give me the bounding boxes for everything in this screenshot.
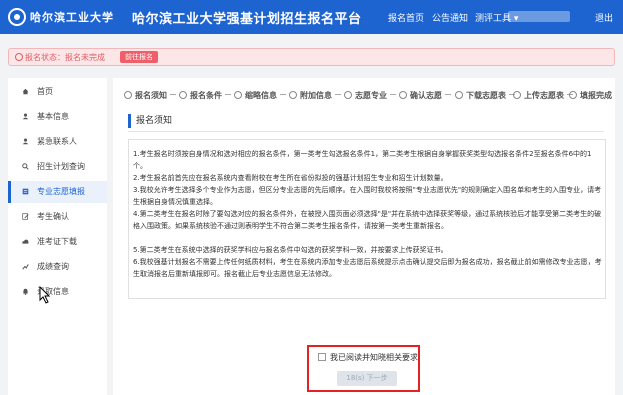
step-circle-icon — [344, 91, 352, 99]
step-circle-icon — [124, 91, 132, 99]
next-step-button[interactable]: 18(s) 下一步 — [337, 371, 397, 386]
step-progress: 报名须知 报名条件 缩略信息 附加信息 志愿专业 确认志愿 下载志愿表 上传志愿… — [124, 88, 614, 106]
search-icon — [22, 163, 29, 170]
status-text: 报名状态：报名未完成 — [25, 53, 105, 62]
step-2: 报名条件 — [179, 90, 231, 101]
notice-item-4: 4.第二类考生在报名时除了要勾选对应的报名条件外，在被授入围页面必须选择"是"并… — [133, 210, 602, 230]
sidebar-item-score-query[interactable]: 成绩查询 — [8, 256, 107, 278]
username-redacted[interactable] — [508, 11, 570, 22]
go-register-button[interactable]: 前往报名 — [120, 51, 158, 63]
sidebar-item-plan-query[interactable]: 招生计划查询 — [8, 156, 107, 178]
sidebar-item-admission-ticket[interactable]: 准考证下载 — [8, 231, 107, 253]
step-8: 上传志愿表 — [513, 90, 573, 101]
notice-item-2: 2.考生报名前首先应在报名系统内查看附校在考生所在省份拟投的强基计划招生专业和招… — [133, 174, 448, 182]
notice-item-3: 3.我校允许考生选择多个专业作为志愿，但区分专业志愿的先后顺序。在入围时我校将按… — [133, 186, 602, 206]
step-1: 报名须知 — [124, 90, 176, 101]
university-logo[interactable]: 哈尔滨工业大学 — [8, 6, 120, 28]
step-circle-icon — [569, 91, 577, 99]
nav-announcements-link[interactable]: 公告通知 — [432, 11, 468, 24]
status-alert: 报名状态：报名未完成 前往报名 — [8, 48, 615, 66]
notice-item-6: 6.我校强基计划报名不需要上传任何纸质材料，考生在系统内添加专业志愿后系统提示点… — [133, 258, 602, 278]
step-4: 附加信息 — [289, 90, 341, 101]
step-circle-icon — [455, 91, 463, 99]
step-6: 确认志愿 — [399, 90, 451, 101]
step-circle-icon — [234, 91, 242, 99]
agree-checkbox-row[interactable]: 我已阅读并知晓相关要求 — [318, 352, 418, 363]
step-circle-icon — [513, 91, 521, 99]
edit-icon — [22, 213, 29, 220]
step-circle-icon — [289, 91, 297, 99]
nav-home-link[interactable]: 报名首页 — [388, 11, 424, 24]
agree-label: 我已阅读并知晓相关要求 — [330, 353, 418, 362]
sidebar: 首页 基本信息 紧急联系人 招生计划查询 专业志愿填报 考生确认 准考证下载 成… — [8, 78, 107, 395]
step-circle-icon — [399, 91, 407, 99]
step-7: 下载志愿表 — [455, 90, 515, 101]
contact-icon — [22, 138, 29, 145]
sidebar-item-home[interactable]: 首页 — [8, 81, 107, 103]
form-icon — [22, 188, 29, 195]
logout-link[interactable]: 退出 — [595, 11, 613, 24]
sidebar-item-basic-info[interactable]: 基本信息 — [8, 106, 107, 128]
sidebar-item-candidate-confirm[interactable]: 考生确认 — [8, 206, 107, 228]
user-icon — [22, 113, 29, 120]
home-icon — [22, 88, 29, 95]
logo-text: 哈尔滨工业大学 — [30, 11, 114, 24]
mouse-cursor-icon — [39, 286, 51, 304]
section-divider — [128, 131, 604, 132]
notice-box[interactable]: 1.考生报名时须按自身情况和选对相应的报名条件，第一类考生勾选报名条件1，第二类… — [128, 139, 606, 299]
step-3: 缩略信息 — [234, 90, 286, 101]
step-circle-icon — [179, 91, 187, 99]
bell-icon — [23, 288, 28, 295]
section-title: 报名须知 — [128, 114, 172, 128]
sidebar-item-major-application[interactable]: 专业志愿填报 — [8, 181, 107, 203]
info-icon — [15, 53, 23, 61]
step-9: 填报完成 — [569, 90, 612, 101]
score-icon — [22, 264, 29, 270]
notice-item-5: 5.第二类考生在系统中选择的获奖学科应与报名条件中勾选的获奖学科一致，并按要求上… — [133, 246, 448, 254]
app-title: 哈尔滨工业大学强基计划招生报名平台 — [132, 12, 362, 27]
agree-checkbox[interactable] — [318, 353, 326, 361]
sidebar-item-admission-info[interactable]: 录取信息 — [8, 281, 107, 303]
sidebar-item-emergency-contact[interactable]: 紧急联系人 — [8, 131, 107, 153]
step-5: 志愿专业 — [344, 90, 396, 101]
top-bar: 哈尔滨工业大学 哈尔滨工业大学强基计划招生报名平台 报名首页 公告通知 测评工具… — [0, 0, 623, 34]
seal-icon — [8, 8, 26, 26]
notice-item-1: 1.考生报名时须按自身情况和选对相应的报名条件，第一类考生勾选报名条件1，第二类… — [133, 150, 592, 170]
cloud-icon — [22, 239, 29, 244]
